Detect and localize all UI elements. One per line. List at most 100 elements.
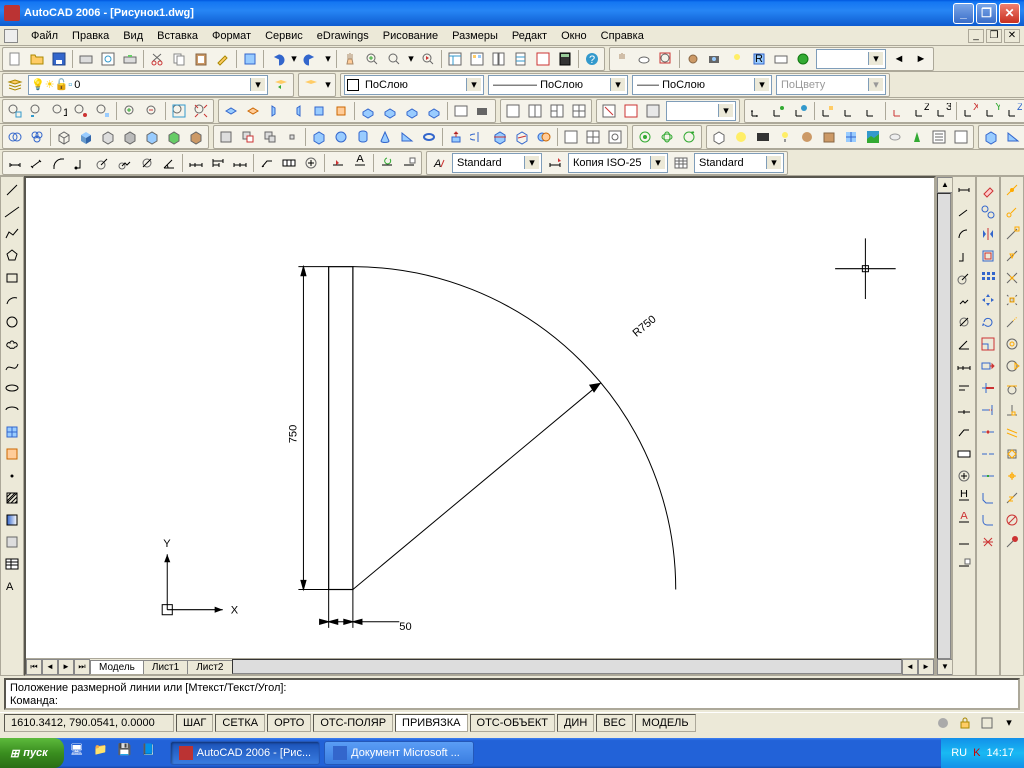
layer-prev-icon[interactable] [271, 75, 291, 95]
block-editor-icon[interactable] [240, 49, 260, 69]
ucs-prev-icon[interactable] [769, 101, 789, 121]
mdi-minimize[interactable]: _ [968, 29, 984, 43]
circle2-icon[interactable] [5, 127, 25, 147]
r1-aligned-icon[interactable] [954, 202, 974, 222]
osnap-end-icon[interactable] [1002, 224, 1022, 244]
menu-draw[interactable]: Рисование [376, 28, 445, 44]
dim-arc-icon[interactable] [49, 153, 69, 173]
break2-icon[interactable] [978, 444, 998, 464]
bg-icon[interactable] [863, 127, 883, 147]
osnap-toggle[interactable]: ПРИВЯЗКА [395, 714, 467, 732]
camera-icon[interactable] [473, 101, 493, 121]
dim-angular-icon[interactable] [159, 153, 179, 173]
view-ne-icon[interactable] [402, 101, 422, 121]
match-icon[interactable] [213, 49, 233, 69]
ellipse-icon[interactable] [2, 378, 22, 398]
setup-prof-icon[interactable] [605, 127, 625, 147]
dim-jog-icon[interactable] [115, 153, 135, 173]
dim-radius-icon[interactable] [93, 153, 113, 173]
prim-box-icon[interactable] [981, 127, 1001, 147]
osnap-mid-icon[interactable] [1002, 246, 1022, 266]
solid-cyl-icon[interactable] [353, 127, 373, 147]
r1-linear-icon[interactable] [954, 180, 974, 200]
redo-icon[interactable] [301, 49, 321, 69]
r1-leader-icon[interactable] [954, 422, 974, 442]
zoom-dynamic-icon[interactable] [27, 101, 47, 121]
properties-icon[interactable] [445, 49, 465, 69]
menu-modify[interactable]: Редакт [505, 28, 554, 44]
osnap-near-icon[interactable] [1002, 488, 1022, 508]
tab-last[interactable]: ⏭ [74, 659, 90, 675]
region-icon[interactable] [216, 127, 236, 147]
ref-manager-icon[interactable] [771, 49, 791, 69]
setup-draw-icon[interactable] [561, 127, 581, 147]
osnap-ins-icon[interactable] [1002, 444, 1022, 464]
task-word[interactable]: Документ Microsoft ... [324, 741, 474, 765]
boxtext-icon[interactable] [164, 127, 184, 147]
hscroll-left[interactable]: ◄ [902, 659, 918, 675]
save-icon[interactable] [49, 49, 69, 69]
zoom-window-icon[interactable] [5, 101, 25, 121]
line-icon[interactable] [2, 180, 22, 200]
tray-av-icon[interactable]: K [973, 747, 980, 759]
view-front-icon[interactable] [309, 101, 329, 121]
ucs-face-icon[interactable] [840, 101, 860, 121]
dim-linear-icon[interactable] [5, 153, 25, 173]
markup-icon[interactable] [533, 49, 553, 69]
zoom-rt-icon[interactable] [362, 49, 382, 69]
publish-icon[interactable] [120, 49, 140, 69]
dim-baseline-icon[interactable] [208, 153, 228, 173]
paste-icon[interactable] [191, 49, 211, 69]
undo-dropdown[interactable]: ▾ [288, 52, 300, 65]
vscroll-track[interactable] [937, 193, 951, 659]
dim-tol-icon[interactable] [279, 153, 299, 173]
tab-prev[interactable]: ◄ [42, 659, 58, 675]
solid-sphere-icon[interactable] [331, 127, 351, 147]
osnap-node-icon[interactable] [1002, 466, 1022, 486]
insert-block-icon[interactable] [2, 422, 22, 442]
minimize-button[interactable]: _ [953, 3, 974, 24]
ref-attach-icon[interactable]: R [749, 49, 769, 69]
hscroll-right[interactable]: ► [918, 659, 934, 675]
r1-tedit-icon[interactable]: A [954, 510, 974, 530]
vp-poly-icon[interactable] [599, 101, 619, 121]
tab-model[interactable]: Модель [90, 660, 144, 674]
help-icon[interactable]: ? [582, 49, 602, 69]
extrude-icon[interactable] [446, 127, 466, 147]
mdi-close[interactable]: ✕ [1004, 29, 1020, 43]
linetype-combo[interactable]: ———— ПоСлою▾ [488, 75, 628, 95]
slice-icon[interactable] [490, 127, 510, 147]
zoom-object-icon[interactable] [93, 101, 113, 121]
tab-layout2[interactable]: Лист2 [187, 660, 232, 674]
view-top-icon[interactable] [221, 101, 241, 121]
menu-dimension[interactable]: Размеры [445, 28, 505, 44]
status-max-icon[interactable] [977, 713, 997, 733]
r1-edit-icon[interactable]: H [954, 488, 974, 508]
fillet-icon[interactable] [978, 510, 998, 530]
osnap-appint-icon[interactable] [1002, 290, 1022, 310]
status-comm-icon[interactable] [933, 713, 953, 733]
ref-hyperlink-icon[interactable] [793, 49, 813, 69]
subtract-icon[interactable] [238, 127, 258, 147]
zoom-dropdown[interactable]: ▾ [405, 52, 417, 65]
dim-aligned-icon[interactable] [27, 153, 47, 173]
menu-view[interactable]: Вид [116, 28, 150, 44]
revolve-icon[interactable] [468, 127, 488, 147]
sheets-icon[interactable] [511, 49, 531, 69]
new-icon[interactable] [5, 49, 25, 69]
named-views-icon[interactable] [451, 101, 471, 121]
menu-edrawings[interactable]: eDrawings [310, 28, 376, 44]
osnap-settings-icon[interactable] [1002, 532, 1022, 552]
copy2-icon[interactable] [978, 202, 998, 222]
plot-icon[interactable] [76, 49, 96, 69]
erase-icon[interactable] [978, 180, 998, 200]
dim-edit-icon[interactable] [328, 153, 348, 173]
clock[interactable]: 14:17 [986, 747, 1014, 759]
move-icon[interactable] [978, 290, 998, 310]
preview-icon[interactable] [98, 49, 118, 69]
landscape-icon[interactable] [907, 127, 927, 147]
setup-view-icon[interactable] [583, 127, 603, 147]
menu-insert[interactable]: Вставка [150, 28, 205, 44]
ql3-icon[interactable]: 💾 [118, 743, 138, 763]
ortho-toggle[interactable]: ОРТО [267, 714, 311, 732]
